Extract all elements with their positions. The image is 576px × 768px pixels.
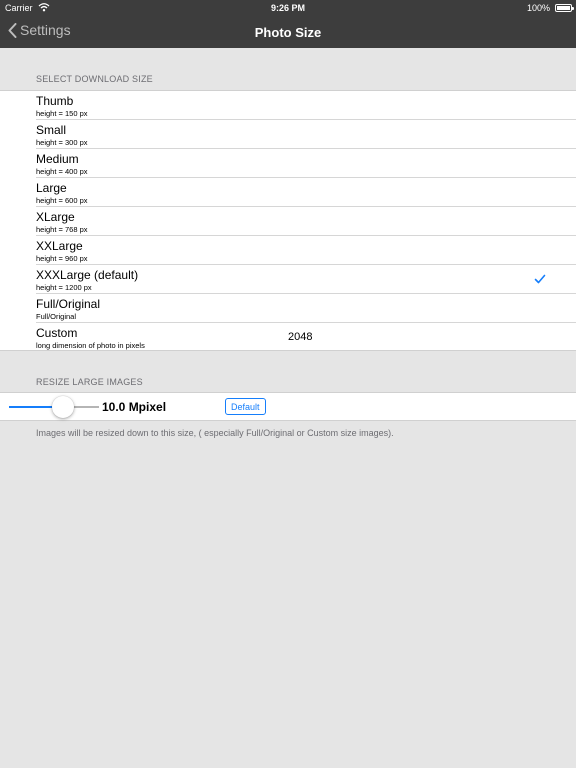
checkmark-icon xyxy=(534,274,546,284)
size-option-detail: long dimension of photo in pixels xyxy=(36,341,145,350)
status-bar: Carrier 9:26 PM 100% xyxy=(0,0,576,16)
size-option-large[interactable]: Large height = 600 px xyxy=(36,178,576,207)
page-title: Photo Size xyxy=(254,25,322,40)
size-option-detail: height = 600 px xyxy=(36,196,88,205)
size-option-label: Thumb xyxy=(36,94,74,108)
size-option-label: XLarge xyxy=(36,210,75,224)
size-option-full-original[interactable]: Full/Original Full/Original xyxy=(36,294,576,323)
custom-size-value[interactable]: 2048 xyxy=(288,331,312,343)
size-option-xxxlarge[interactable]: XXXLarge (default) height = 1200 px xyxy=(36,265,576,294)
size-option-detail: height = 400 px xyxy=(36,167,88,176)
size-option-label: Medium xyxy=(36,152,79,166)
download-size-header: SELECT DOWNLOAD SIZE xyxy=(36,74,153,84)
battery-percentage: 100% xyxy=(526,3,550,13)
resize-control-row: 10.0 Mpixel Default xyxy=(0,392,576,421)
size-option-detail: Full/Original xyxy=(36,312,77,321)
size-option-detail: height = 960 px xyxy=(36,254,88,263)
size-option-detail: height = 768 px xyxy=(36,225,88,234)
size-option-label: XXLarge xyxy=(36,239,83,253)
resize-footnote: Images will be resized down to this size… xyxy=(36,428,394,438)
size-option-label: XXXLarge (default) xyxy=(36,268,139,282)
size-option-label: Small xyxy=(36,123,67,137)
size-option-detail: height = 300 px xyxy=(36,138,88,147)
size-option-detail: height = 1200 px xyxy=(36,283,92,292)
resize-header: RESIZE LARGE IMAGES xyxy=(36,377,143,387)
size-option-xlarge[interactable]: XLarge height = 768 px xyxy=(36,207,576,236)
size-option-custom[interactable]: Custom long dimension of photo in pixels… xyxy=(36,323,576,352)
size-option-label: Custom xyxy=(36,326,78,340)
battery-fill xyxy=(557,6,570,10)
default-button[interactable]: Default xyxy=(225,398,266,415)
size-option-small[interactable]: Small height = 300 px xyxy=(36,120,576,149)
size-option-thumb[interactable]: Thumb height = 150 px xyxy=(36,91,576,120)
size-option-xxlarge[interactable]: XXLarge height = 960 px xyxy=(36,236,576,265)
status-time: 9:26 PM xyxy=(270,3,305,13)
download-size-list: Thumb height = 150 px Small height = 300… xyxy=(0,90,576,351)
size-option-detail: height = 150 px xyxy=(36,109,88,118)
navigation-bar: Settings Photo Size xyxy=(0,16,576,48)
slider-thumb[interactable] xyxy=(52,396,74,418)
size-option-medium[interactable]: Medium height = 400 px xyxy=(36,149,576,178)
size-option-label: Large xyxy=(36,181,67,195)
mpixel-value: 10.0 Mpixel xyxy=(102,400,167,414)
size-option-label: Full/Original xyxy=(36,297,101,311)
battery-icon xyxy=(555,4,574,12)
